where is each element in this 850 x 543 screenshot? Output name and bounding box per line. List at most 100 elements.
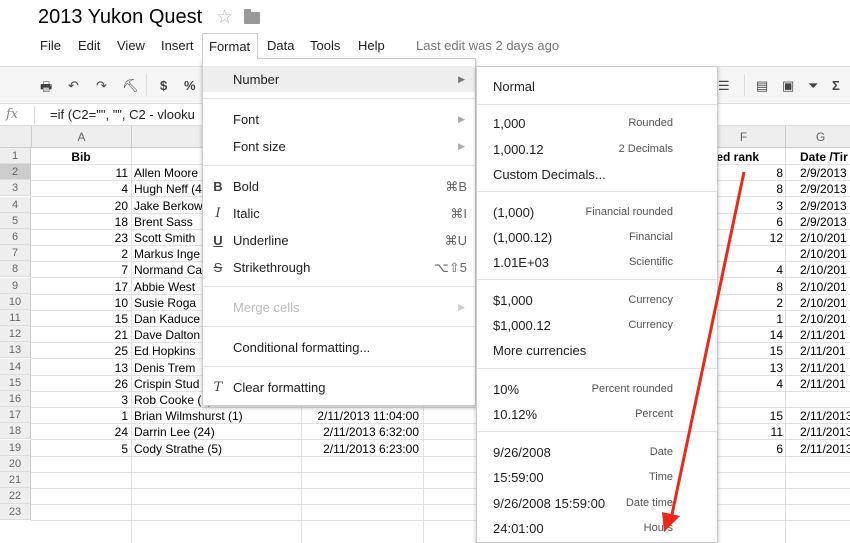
number-format-option[interactable]: 24:01:00	[493, 521, 544, 536]
row-number[interactable]: 16	[0, 391, 31, 407]
row-number[interactable]: 5	[0, 213, 31, 229]
row-number[interactable]: 6	[0, 229, 31, 245]
number-format-option[interactable]: 9/26/2008	[493, 445, 551, 460]
cell-g[interactable]: 2/10/201	[785, 246, 850, 262]
menu-format[interactable]: Format	[202, 33, 258, 59]
number-format-option[interactable]: 10%	[493, 382, 519, 397]
menu-item-merge-cells[interactable]: Merge cells	[233, 300, 299, 315]
cell-bib[interactable]: 21	[31, 327, 128, 343]
filter-icon[interactable]: ⏷	[808, 78, 818, 94]
cell-bib[interactable]: 15	[31, 311, 128, 327]
number-format-option[interactable]: (1,000.12)	[493, 230, 552, 245]
percent-format-button[interactable]: %	[184, 78, 196, 93]
menu-help[interactable]: Help	[358, 38, 385, 53]
menu-item-font[interactable]: Font	[233, 112, 259, 127]
row-number[interactable]: 10	[0, 294, 31, 310]
cell-g[interactable]: 2/9/2013	[785, 181, 850, 197]
cell-name[interactable]: Cody Strathe (5)	[134, 441, 301, 457]
row-number[interactable]: 14	[0, 359, 31, 375]
cell-c[interactable]: 2/11/2013 6:23:00	[301, 441, 419, 457]
cell-g[interactable]: 2/9/2013	[785, 214, 850, 230]
menu-insert[interactable]: Insert	[161, 38, 194, 53]
cell-bib[interactable]: 3	[31, 392, 128, 408]
cell-bib[interactable]: 5	[31, 441, 128, 457]
number-format-normal[interactable]: Normal	[493, 79, 535, 94]
cell-g[interactable]: 2/10/201	[785, 279, 850, 295]
cell-g[interactable]	[785, 392, 850, 408]
cell-g[interactable]: 2/10/201	[785, 295, 850, 311]
number-format-option[interactable]: 1.01E+03	[493, 255, 549, 270]
menu-file[interactable]: File	[40, 38, 61, 53]
menu-item-clear-formatting[interactable]: Clear formatting	[233, 380, 325, 395]
folder-icon[interactable]	[244, 9, 260, 24]
menu-item-bold[interactable]: Bold	[233, 179, 259, 194]
row-number[interactable]: 21	[0, 472, 31, 488]
document-title[interactable]: 2013 Yukon Quest	[38, 6, 202, 29]
cell-g[interactable]: 2/11/2013	[785, 408, 850, 424]
comment-icon[interactable]: ▤	[756, 78, 768, 94]
number-format-option[interactable]: (1,000)	[493, 205, 534, 220]
row-number[interactable]: 17	[0, 407, 31, 423]
row-number[interactable]: 11	[0, 310, 31, 326]
menu-data[interactable]: Data	[267, 38, 294, 53]
number-format-option[interactable]: $1,000.12	[493, 318, 551, 333]
row-number[interactable]: 19	[0, 440, 31, 456]
star-icon[interactable]: ☆	[216, 6, 233, 29]
undo-icon[interactable]: ↶	[68, 78, 79, 94]
cell-g[interactable]: 2/10/201	[785, 311, 850, 327]
cell-g[interactable]: 2/11/2013	[785, 441, 850, 457]
row-number[interactable]: 3	[0, 180, 31, 196]
menu-item-strikethrough[interactable]: Strikethrough	[233, 260, 310, 275]
number-format-option[interactable]: 15:59:00	[493, 470, 544, 485]
menu-item-italic[interactable]: Italic	[233, 206, 260, 221]
wrap-text-icon[interactable]: ☰	[718, 78, 730, 94]
cell-g[interactable]: 2/11/201	[785, 343, 850, 359]
number-format-option[interactable]: More currencies	[493, 343, 586, 358]
cell-g[interactable]: 2/10/201	[785, 262, 850, 278]
menu-item-font-size[interactable]: Font size	[233, 139, 286, 154]
row-number[interactable]: 9	[0, 278, 31, 294]
chart-icon[interactable]: ▣	[782, 78, 794, 94]
number-format-option[interactable]: 1,000.12	[493, 142, 544, 157]
cell-bib[interactable]: 7	[31, 262, 128, 278]
row-number[interactable]: 20	[0, 456, 31, 472]
menu-item-underline[interactable]: Underline	[233, 233, 289, 248]
redo-icon[interactable]: ↷	[96, 78, 107, 94]
row-number[interactable]: 7	[0, 245, 31, 261]
cell-c[interactable]: 2/11/2013 11:04:00	[301, 408, 419, 424]
row-number[interactable]: 15	[0, 375, 31, 391]
row-number[interactable]: 8	[0, 261, 31, 277]
row-number[interactable]: 18	[0, 423, 31, 439]
cell-bib[interactable]: 26	[31, 376, 128, 392]
cell-bib[interactable]: 18	[31, 214, 128, 230]
cell-g[interactable]: 2/11/201	[785, 360, 850, 376]
menu-tools[interactable]: Tools	[310, 38, 340, 53]
cell-bib[interactable]: 24	[31, 424, 128, 440]
cell-bib[interactable]: 20	[31, 198, 128, 214]
cell-bib[interactable]: 2	[31, 246, 128, 262]
cell-g[interactable]: 2/9/2013	[785, 198, 850, 214]
cell-bib[interactable]: 13	[31, 360, 128, 376]
cell-bib[interactable]: 10	[31, 295, 128, 311]
number-format-option[interactable]: 1,000	[493, 116, 526, 131]
header-cell-bib[interactable]: Bib	[31, 149, 131, 165]
number-format-option[interactable]: Custom Decimals...	[493, 167, 606, 182]
cell-g[interactable]: 2/9/2013	[785, 165, 850, 181]
cell-name[interactable]: Darrin Lee (24)	[134, 424, 301, 440]
cell-bib[interactable]: 23	[31, 230, 128, 246]
row-number[interactable]: 1	[0, 148, 31, 164]
cell-bib[interactable]: 17	[31, 279, 128, 295]
menu-item-conditional-formatting[interactable]: Conditional formatting...	[233, 340, 370, 355]
column-header-g[interactable]: G	[785, 126, 850, 148]
cell-bib[interactable]: 25	[31, 343, 128, 359]
cell-bib[interactable]: 4	[31, 181, 128, 197]
row-number[interactable]: 23	[0, 504, 31, 520]
header-cell-date[interactable]: Date /Tir	[785, 149, 850, 165]
currency-format-button[interactable]: $	[160, 78, 167, 93]
row-number[interactable]: 4	[0, 197, 31, 213]
cell-bib[interactable]: 11	[31, 165, 128, 181]
cell-g[interactable]: 2/11/2013	[785, 424, 850, 440]
menu-edit[interactable]: Edit	[78, 38, 100, 53]
number-format-option[interactable]: 9/26/2008 15:59:00	[493, 496, 605, 511]
menu-view[interactable]: View	[117, 38, 145, 53]
